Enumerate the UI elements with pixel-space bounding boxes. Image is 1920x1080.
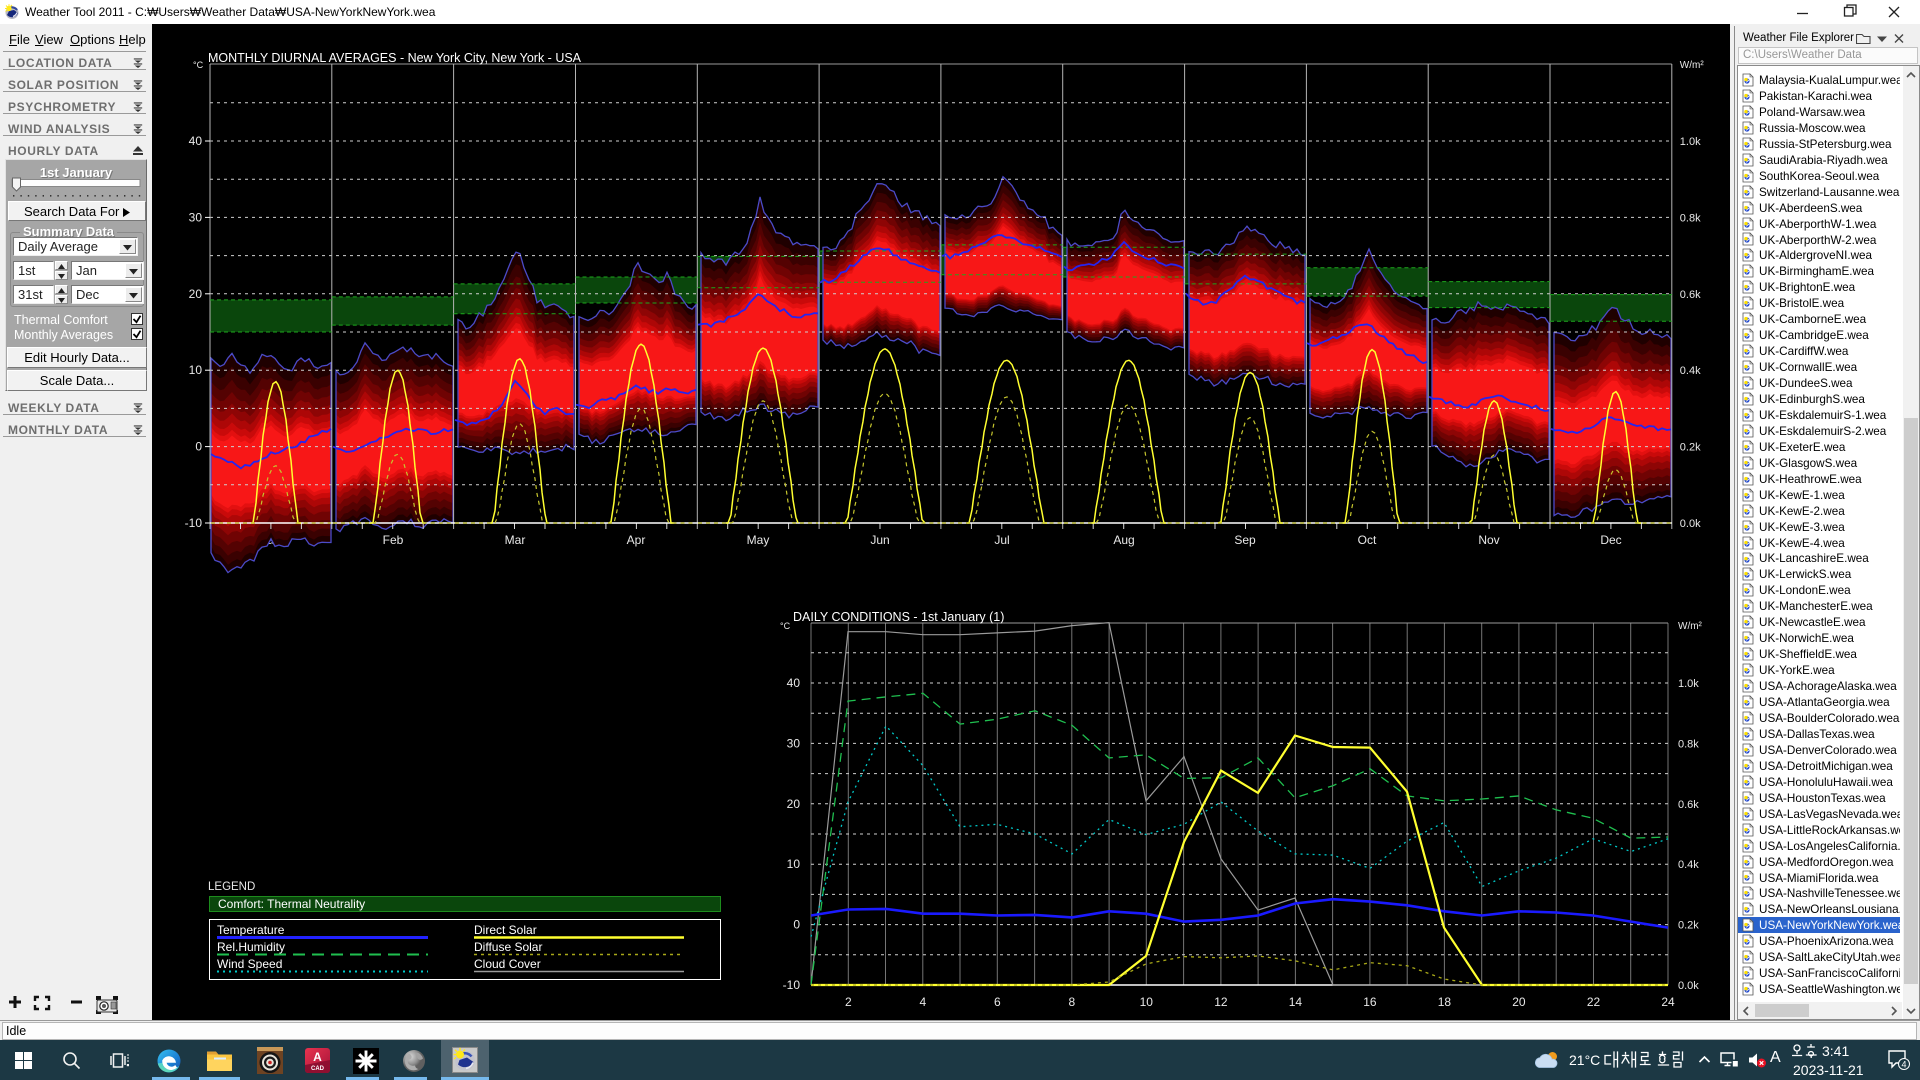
svg-text:DAILY CONDITIONS - 1st January: DAILY CONDITIONS - 1st January (1): [793, 610, 1004, 624]
svg-text:0.0k: 0.0k: [1680, 518, 1701, 530]
svg-text:°C: °C: [780, 621, 791, 631]
svg-text:18: 18: [1438, 995, 1452, 1009]
svg-text:Dec: Dec: [1600, 533, 1621, 547]
svg-text:Nov: Nov: [1478, 533, 1499, 547]
svg-text:Direct Solar: Direct Solar: [474, 923, 537, 937]
svg-text:30: 30: [787, 736, 801, 750]
svg-text:0.2k: 0.2k: [1678, 920, 1699, 932]
svg-text:14: 14: [1289, 995, 1303, 1009]
svg-text:0.8k: 0.8k: [1678, 738, 1699, 750]
svg-text:0.4k: 0.4k: [1678, 859, 1699, 871]
svg-text:8: 8: [1068, 995, 1075, 1009]
svg-text:0.2k: 0.2k: [1680, 442, 1701, 454]
svg-text:-10: -10: [783, 978, 801, 992]
svg-text:0.0k: 0.0k: [1678, 980, 1699, 992]
svg-text:1.0k: 1.0k: [1678, 678, 1699, 690]
svg-text:Wind Speed: Wind Speed: [217, 957, 282, 971]
svg-text:10: 10: [1140, 995, 1154, 1009]
svg-text:0: 0: [195, 440, 202, 454]
svg-text:LEGEND: LEGEND: [208, 881, 255, 893]
svg-text:0.6k: 0.6k: [1678, 799, 1699, 811]
svg-text:Jun: Jun: [870, 533, 889, 547]
svg-text:20: 20: [787, 797, 801, 811]
svg-text:20: 20: [1512, 995, 1526, 1009]
svg-text:22: 22: [1587, 995, 1601, 1009]
svg-text:Comfort: Thermal Neutrality: Comfort: Thermal Neutrality: [218, 897, 365, 911]
svg-text:Diffuse Solar: Diffuse Solar: [474, 940, 542, 954]
svg-text:40: 40: [189, 134, 203, 148]
svg-text:Mar: Mar: [505, 533, 526, 547]
svg-text:10: 10: [787, 857, 801, 871]
svg-text:Rel.Humidity: Rel.Humidity: [217, 940, 285, 954]
svg-text:12: 12: [1214, 995, 1228, 1009]
svg-text:A: A: [313, 1050, 322, 1064]
svg-text:Apr: Apr: [627, 533, 646, 547]
svg-text:Temperature: Temperature: [217, 923, 285, 937]
svg-text:W/m²: W/m²: [1678, 621, 1703, 632]
svg-text:20: 20: [189, 287, 203, 301]
svg-text:1.0k: 1.0k: [1680, 136, 1701, 148]
svg-text:4: 4: [1901, 1060, 1906, 1070]
svg-text:30: 30: [189, 210, 203, 224]
svg-text:0.8k: 0.8k: [1680, 212, 1701, 224]
svg-text:W/m²: W/m²: [1680, 60, 1705, 71]
svg-text:4: 4: [919, 995, 926, 1009]
svg-text:Cloud Cover: Cloud Cover: [474, 957, 541, 971]
svg-text:Jul: Jul: [994, 533, 1009, 547]
svg-text:0.6k: 0.6k: [1680, 289, 1701, 301]
svg-text:2: 2: [845, 995, 852, 1009]
svg-text:CAD: CAD: [311, 1066, 325, 1072]
svg-text:0.4k: 0.4k: [1680, 365, 1701, 377]
svg-text:-10: -10: [185, 516, 203, 530]
svg-text:MONTHLY DIURNAL AVERAGES - New: MONTHLY DIURNAL AVERAGES - New York City…: [208, 51, 582, 65]
svg-text:Sep: Sep: [1234, 533, 1256, 547]
svg-text:16: 16: [1363, 995, 1377, 1009]
svg-text:0: 0: [793, 918, 800, 932]
svg-text:6: 6: [994, 995, 1001, 1009]
svg-text:Oct: Oct: [1358, 533, 1377, 547]
svg-text:May: May: [747, 533, 770, 547]
svg-text:°C: °C: [193, 60, 204, 70]
svg-text:24: 24: [1661, 995, 1675, 1009]
svg-text:10: 10: [189, 363, 203, 377]
svg-text:Feb: Feb: [383, 533, 404, 547]
svg-text:40: 40: [787, 676, 801, 690]
svg-text:Aug: Aug: [1113, 533, 1134, 547]
